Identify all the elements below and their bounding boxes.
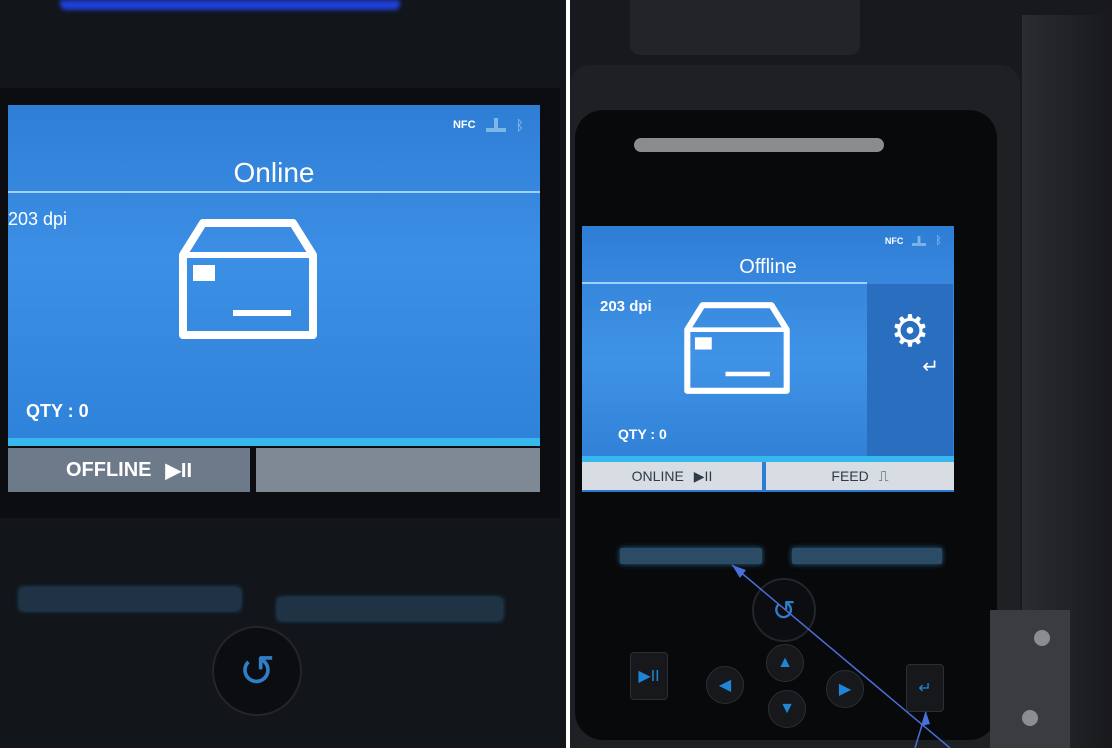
network-icon — [485, 118, 506, 132]
left-function-key[interactable] — [20, 588, 240, 610]
annotation-arrow — [731, 564, 951, 748]
bluetooth-icon: ᛒ — [515, 117, 524, 133]
hardware-keypad: ↺ — [0, 570, 560, 748]
title-divider — [8, 191, 540, 193]
right-function-key[interactable] — [278, 598, 502, 620]
printer-icon — [163, 215, 333, 343]
softkey-indicator-bar — [8, 438, 540, 446]
quantity-label: QTY : 0 — [26, 401, 89, 421]
softkey-label: OFFLINE — [65, 458, 152, 481]
return-arrow-icon: ↺ — [238, 646, 276, 696]
offline-softkey[interactable]: OFFLINE ▶II — [8, 448, 250, 492]
status-icons: NFC ᛒ — [453, 117, 524, 133]
printer-display-online: NFC ᛒ Online 203 dpi QTY : 0 — [8, 105, 540, 443]
back-button[interactable]: ↺ — [212, 626, 302, 716]
resolution-label: 203 dpi — [8, 209, 68, 229]
right-softkey[interactable] — [256, 448, 540, 492]
top-glow — [60, 0, 400, 10]
left-photo: NFC ᛒ Online 203 dpi QTY : 0 OFFLINE ▶II… — [0, 0, 566, 748]
display-title: Online — [233, 157, 315, 188]
nfc-icon: NFC — [452, 119, 476, 131]
play-pause-icon: ▶II — [165, 459, 193, 482]
right-photo: NFC ᛒ Offline 203 dpi QTY : 0 ⚙ ↵ ONLINE… — [570, 0, 1112, 748]
